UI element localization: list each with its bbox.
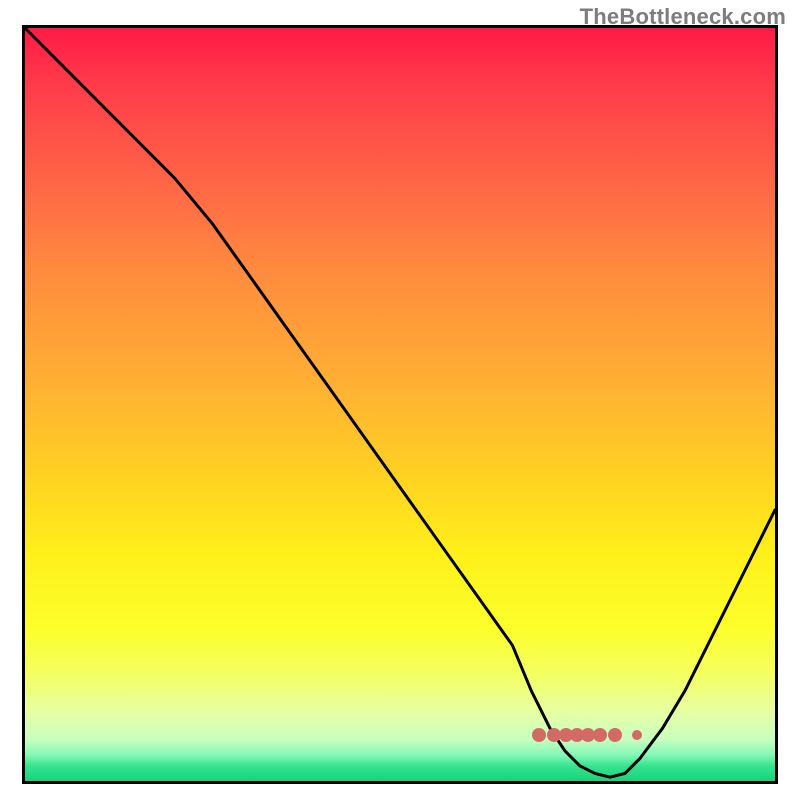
optimal-marker — [608, 728, 622, 742]
optimal-marker — [632, 730, 642, 740]
watermark-label: TheBottleneck.com — [580, 4, 786, 30]
optimal-range-markers — [25, 735, 775, 749]
chart-container: TheBottleneck.com — [0, 0, 800, 800]
optimal-marker — [593, 728, 607, 742]
plot-frame — [22, 25, 778, 781]
bottleneck-curve — [25, 28, 775, 781]
optimal-marker — [532, 728, 546, 742]
